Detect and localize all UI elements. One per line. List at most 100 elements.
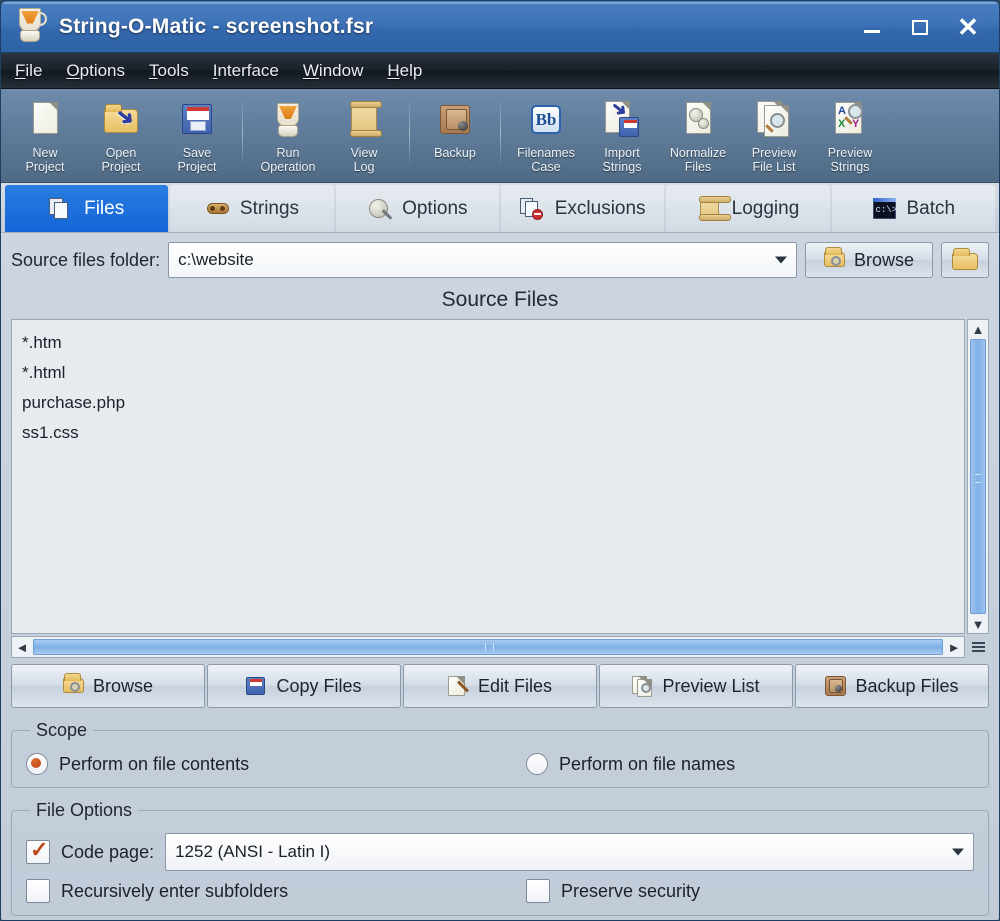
option-label: Perform on file contents <box>59 753 250 774</box>
tab-strings[interactable]: Strings <box>170 185 334 232</box>
tab-batch[interactable]: c:\> Batch <box>831 185 995 232</box>
menu-item-options[interactable]: Options <box>66 61 125 81</box>
browse-folder-button[interactable]: Browse <box>805 242 933 278</box>
toolbar-normalize-files[interactable]: Normalize Files <box>660 95 736 181</box>
toolbar-preview-strings[interactable]: A X Y Preview Strings <box>812 95 888 181</box>
minimize-button[interactable] <box>851 8 893 46</box>
toolbar-separator <box>242 99 243 167</box>
code-page-label: Code page: <box>61 841 155 862</box>
console-prompt: c:\> <box>875 204 898 215</box>
menu-label-help: elp <box>399 60 423 80</box>
letter-y: Y <box>852 118 860 130</box>
scope-file-contents-option[interactable]: Perform on file contents <box>26 753 526 775</box>
tab-label: Options <box>402 197 468 219</box>
chevron-down-icon[interactable] <box>775 256 787 264</box>
menu-item-help[interactable]: Help <box>387 61 422 81</box>
import-strings-icon: ➜ <box>600 96 644 143</box>
letter-x: X <box>838 118 846 130</box>
resize-grip[interactable] <box>967 636 989 658</box>
source-files-listrow: *.htm *.html purchase.php ss1.css ▲ ▼ <box>11 319 989 634</box>
menu-label-interface: nterface <box>217 60 279 80</box>
tab-exclusions[interactable]: Exclusions <box>500 185 665 232</box>
option-label: Preserve security <box>561 880 701 901</box>
preserve-security-checkbox[interactable] <box>526 879 550 903</box>
tab-label: Logging <box>731 197 800 219</box>
source-folder-label: Source files folder: <box>11 249 161 270</box>
browse-files-button[interactable]: Browse <box>11 664 205 708</box>
file-options-group: File Options Code page: 1252 (ANSI - Lat… <box>11 800 989 916</box>
preview-strings-icon: A X Y <box>828 99 872 143</box>
recursive-subfolders-option[interactable]: Recursively enter subfolders <box>26 879 526 903</box>
blender-app-icon <box>11 6 51 48</box>
close-button[interactable]: ✕ <box>947 8 989 46</box>
toolbar-preview-file-list[interactable]: Preview File List <box>736 95 812 181</box>
blender-run-icon <box>266 99 310 143</box>
open-folder-button[interactable] <box>941 242 989 278</box>
tab-files[interactable]: Files <box>5 185 169 232</box>
edit-files-button[interactable]: Edit Files <box>403 664 597 708</box>
code-page-row: Code page: 1252 (ANSI - Latin I) <box>26 833 974 871</box>
toolbar-save-project[interactable]: Save Project <box>159 95 235 181</box>
toolbar-label: Run Operation <box>260 146 316 174</box>
toolbar-separator <box>500 99 501 167</box>
scroll-left-icon[interactable]: ◄ <box>12 638 32 656</box>
toolbar-label: Open Project <box>101 146 141 174</box>
list-item[interactable]: *.html <box>12 358 964 388</box>
menu-item-tools[interactable]: Tools <box>149 61 189 81</box>
vertical-scroll-thumb[interactable] <box>970 339 986 614</box>
toolbar-label: Import Strings <box>602 146 642 174</box>
code-page-checkbox[interactable] <box>26 837 50 864</box>
tab-options[interactable]: Options <box>335 185 499 232</box>
tab-logging[interactable]: Logging <box>666 185 830 232</box>
tab-label: Batch <box>906 197 956 219</box>
radio-file-contents[interactable] <box>26 753 48 775</box>
gears-document-icon <box>676 99 720 143</box>
menu-item-window[interactable]: Window <box>303 61 363 81</box>
maximize-button[interactable] <box>899 8 941 46</box>
list-item[interactable]: *.htm <box>12 328 964 358</box>
backup-files-button[interactable]: Backup Files <box>795 664 989 708</box>
copy-files-button[interactable]: Copy Files <box>207 664 401 708</box>
list-item[interactable]: purchase.php <box>12 388 964 418</box>
source-files-area: *.htm *.html purchase.php ss1.css ▲ ▼ ◄ … <box>11 319 989 658</box>
copy-files-icon <box>246 676 268 696</box>
toolbar-backup[interactable]: Backup <box>417 95 493 181</box>
safe-backup-icon <box>825 675 847 697</box>
options-gear-icon <box>367 197 393 221</box>
option-label: Perform on file names <box>559 753 736 774</box>
source-files-list[interactable]: *.htm *.html purchase.php ss1.css <box>11 319 965 634</box>
toolbar-new-project[interactable]: New Project <box>7 95 83 181</box>
toolbar-run-operation[interactable]: Run Operation <box>250 95 326 181</box>
scope-legend: Scope <box>36 720 88 740</box>
radio-file-names[interactable] <box>526 753 548 775</box>
vertical-scrollbar[interactable]: ▲ ▼ <box>967 319 989 634</box>
menu-item-file[interactable]: File <box>15 61 42 81</box>
horizontal-scroll-thumb[interactable] <box>33 639 943 655</box>
chevron-down-icon[interactable] <box>952 848 964 856</box>
toolbar-filenames-case[interactable]: Bb Filenames Case <box>508 95 584 181</box>
list-item[interactable]: ss1.css <box>12 418 964 448</box>
scope-file-names-option[interactable]: Perform on file names <box>526 753 735 775</box>
horizontal-scrollbar[interactable]: ◄ ► <box>11 636 965 658</box>
toolbar-label: Filenames Case <box>517 146 575 174</box>
toolbar-label: Preview Strings <box>827 146 873 174</box>
source-folder-value: c:\website <box>178 250 254 269</box>
preserve-security-option[interactable]: Preserve security <box>526 879 700 903</box>
source-folder-row: Source files folder: c:\website Browse <box>11 241 989 279</box>
scroll-right-icon[interactable]: ► <box>944 638 964 656</box>
code-page-combo[interactable]: 1252 (ANSI - Latin I) <box>165 833 974 871</box>
menu-item-interface[interactable]: Interface <box>213 61 279 81</box>
toolbar-label: Normalize Files <box>669 146 727 174</box>
scroll-down-icon[interactable]: ▼ <box>968 615 988 633</box>
menu-label-window: indow <box>318 60 364 80</box>
preview-list-button[interactable]: Preview List <box>599 664 793 708</box>
toolbar-import-strings[interactable]: ➜ Import Strings <box>584 95 660 181</box>
scroll-up-icon[interactable]: ▲ <box>968 320 988 338</box>
recursive-subfolders-checkbox[interactable] <box>26 879 50 903</box>
toolbar-open-project[interactable]: ➜ Open Project <box>83 95 159 181</box>
scope-options-row: Perform on file contents Perform on file… <box>26 753 974 775</box>
toolbar-view-log[interactable]: View Log <box>326 95 402 181</box>
source-folder-combo[interactable]: c:\website <box>168 242 797 278</box>
application-window: String-O-Matic - screenshot.fsr ✕ File O… <box>0 0 1000 921</box>
file-options-checkboxes-row: Recursively enter subfolders Preserve se… <box>26 879 974 903</box>
